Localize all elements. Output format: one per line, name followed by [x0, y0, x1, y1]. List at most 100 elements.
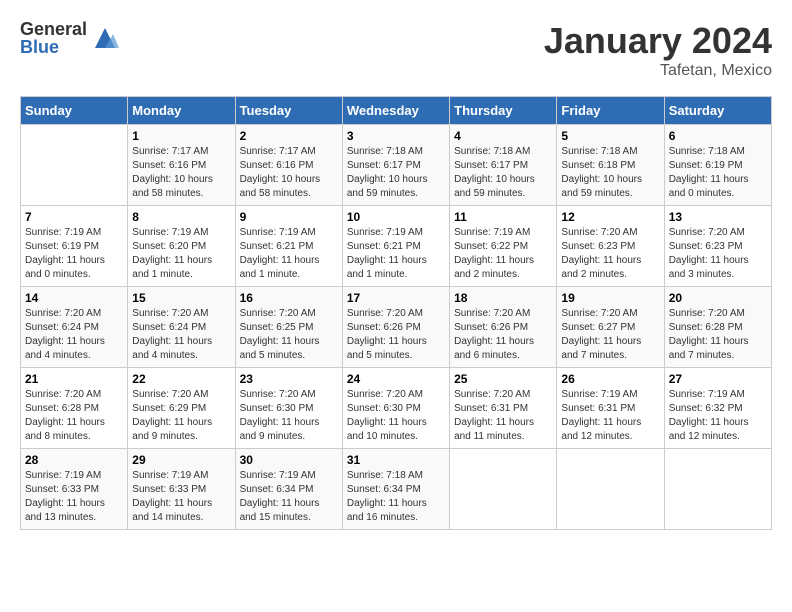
day-info: Sunrise: 7:19 AMSunset: 6:21 PMDaylight:…	[240, 226, 338, 282]
calendar-cell: 13 Sunrise: 7:20 AMSunset: 6:23 PMDaylig…	[664, 206, 771, 287]
calendar-cell: 4 Sunrise: 7:18 AMSunset: 6:17 PMDayligh…	[450, 125, 557, 206]
calendar-cell: 6 Sunrise: 7:18 AMSunset: 6:19 PMDayligh…	[664, 125, 771, 206]
day-number: 18	[454, 291, 552, 305]
day-number: 7	[25, 210, 123, 224]
day-number: 27	[669, 372, 767, 386]
day-info: Sunrise: 7:19 AMSunset: 6:34 PMDaylight:…	[240, 469, 338, 525]
calendar-cell: 2 Sunrise: 7:17 AMSunset: 6:16 PMDayligh…	[235, 125, 342, 206]
day-number: 5	[561, 129, 659, 143]
column-header-wednesday: Wednesday	[342, 97, 449, 125]
day-number: 6	[669, 129, 767, 143]
calendar-cell: 1 Sunrise: 7:17 AMSunset: 6:16 PMDayligh…	[128, 125, 235, 206]
column-header-sunday: Sunday	[21, 97, 128, 125]
day-info: Sunrise: 7:20 AMSunset: 6:29 PMDaylight:…	[132, 388, 230, 444]
day-number: 10	[347, 210, 445, 224]
day-number: 20	[669, 291, 767, 305]
calendar-cell: 9 Sunrise: 7:19 AMSunset: 6:21 PMDayligh…	[235, 206, 342, 287]
day-info: Sunrise: 7:18 AMSunset: 6:17 PMDaylight:…	[454, 145, 552, 201]
day-number: 29	[132, 453, 230, 467]
day-info: Sunrise: 7:20 AMSunset: 6:24 PMDaylight:…	[132, 307, 230, 363]
calendar-cell: 31 Sunrise: 7:18 AMSunset: 6:34 PMDaylig…	[342, 449, 449, 530]
day-number: 11	[454, 210, 552, 224]
calendar-cell: 30 Sunrise: 7:19 AMSunset: 6:34 PMDaylig…	[235, 449, 342, 530]
day-info: Sunrise: 7:20 AMSunset: 6:28 PMDaylight:…	[25, 388, 123, 444]
day-info: Sunrise: 7:20 AMSunset: 6:23 PMDaylight:…	[561, 226, 659, 282]
title-block: January 2024 Tafetan, Mexico	[544, 20, 772, 80]
month-year-title: January 2024	[544, 20, 772, 62]
calendar-cell: 11 Sunrise: 7:19 AMSunset: 6:22 PMDaylig…	[450, 206, 557, 287]
logo: General Blue	[20, 20, 119, 56]
day-info: Sunrise: 7:17 AMSunset: 6:16 PMDaylight:…	[240, 145, 338, 201]
column-header-tuesday: Tuesday	[235, 97, 342, 125]
calendar-cell: 14 Sunrise: 7:20 AMSunset: 6:24 PMDaylig…	[21, 287, 128, 368]
logo-blue-text: Blue	[20, 38, 87, 56]
calendar-cell: 21 Sunrise: 7:20 AMSunset: 6:28 PMDaylig…	[21, 368, 128, 449]
day-info: Sunrise: 7:20 AMSunset: 6:31 PMDaylight:…	[454, 388, 552, 444]
day-info: Sunrise: 7:20 AMSunset: 6:26 PMDaylight:…	[454, 307, 552, 363]
day-info: Sunrise: 7:20 AMSunset: 6:28 PMDaylight:…	[669, 307, 767, 363]
day-number: 1	[132, 129, 230, 143]
column-header-friday: Friday	[557, 97, 664, 125]
day-info: Sunrise: 7:18 AMSunset: 6:19 PMDaylight:…	[669, 145, 767, 201]
day-number: 22	[132, 372, 230, 386]
calendar-cell: 22 Sunrise: 7:20 AMSunset: 6:29 PMDaylig…	[128, 368, 235, 449]
day-info: Sunrise: 7:20 AMSunset: 6:30 PMDaylight:…	[240, 388, 338, 444]
day-number: 21	[25, 372, 123, 386]
calendar-cell: 28 Sunrise: 7:19 AMSunset: 6:33 PMDaylig…	[21, 449, 128, 530]
calendar-cell: 3 Sunrise: 7:18 AMSunset: 6:17 PMDayligh…	[342, 125, 449, 206]
day-number: 17	[347, 291, 445, 305]
logo-general-text: General	[20, 20, 87, 38]
calendar-cell	[664, 449, 771, 530]
calendar-cell	[450, 449, 557, 530]
day-number: 28	[25, 453, 123, 467]
day-info: Sunrise: 7:18 AMSunset: 6:34 PMDaylight:…	[347, 469, 445, 525]
calendar-cell: 12 Sunrise: 7:20 AMSunset: 6:23 PMDaylig…	[557, 206, 664, 287]
day-info: Sunrise: 7:20 AMSunset: 6:25 PMDaylight:…	[240, 307, 338, 363]
calendar-cell: 18 Sunrise: 7:20 AMSunset: 6:26 PMDaylig…	[450, 287, 557, 368]
day-info: Sunrise: 7:19 AMSunset: 6:33 PMDaylight:…	[25, 469, 123, 525]
calendar-cell: 23 Sunrise: 7:20 AMSunset: 6:30 PMDaylig…	[235, 368, 342, 449]
calendar-week-row: 21 Sunrise: 7:20 AMSunset: 6:28 PMDaylig…	[21, 368, 772, 449]
day-number: 31	[347, 453, 445, 467]
calendar-cell: 10 Sunrise: 7:19 AMSunset: 6:21 PMDaylig…	[342, 206, 449, 287]
day-number: 9	[240, 210, 338, 224]
column-header-thursday: Thursday	[450, 97, 557, 125]
calendar-header-row: SundayMondayTuesdayWednesdayThursdayFrid…	[21, 97, 772, 125]
calendar-cell: 8 Sunrise: 7:19 AMSunset: 6:20 PMDayligh…	[128, 206, 235, 287]
day-number: 13	[669, 210, 767, 224]
calendar-cell	[21, 125, 128, 206]
calendar-week-row: 1 Sunrise: 7:17 AMSunset: 6:16 PMDayligh…	[21, 125, 772, 206]
calendar-cell: 26 Sunrise: 7:19 AMSunset: 6:31 PMDaylig…	[557, 368, 664, 449]
day-number: 25	[454, 372, 552, 386]
calendar-cell: 7 Sunrise: 7:19 AMSunset: 6:19 PMDayligh…	[21, 206, 128, 287]
calendar-week-row: 7 Sunrise: 7:19 AMSunset: 6:19 PMDayligh…	[21, 206, 772, 287]
day-info: Sunrise: 7:18 AMSunset: 6:17 PMDaylight:…	[347, 145, 445, 201]
day-number: 16	[240, 291, 338, 305]
day-info: Sunrise: 7:19 AMSunset: 6:31 PMDaylight:…	[561, 388, 659, 444]
day-number: 15	[132, 291, 230, 305]
calendar-cell: 20 Sunrise: 7:20 AMSunset: 6:28 PMDaylig…	[664, 287, 771, 368]
calendar-cell: 15 Sunrise: 7:20 AMSunset: 6:24 PMDaylig…	[128, 287, 235, 368]
column-header-monday: Monday	[128, 97, 235, 125]
calendar-table: SundayMondayTuesdayWednesdayThursdayFrid…	[20, 96, 772, 530]
day-info: Sunrise: 7:18 AMSunset: 6:18 PMDaylight:…	[561, 145, 659, 201]
day-number: 19	[561, 291, 659, 305]
day-info: Sunrise: 7:20 AMSunset: 6:24 PMDaylight:…	[25, 307, 123, 363]
day-number: 14	[25, 291, 123, 305]
day-info: Sunrise: 7:19 AMSunset: 6:21 PMDaylight:…	[347, 226, 445, 282]
day-info: Sunrise: 7:19 AMSunset: 6:19 PMDaylight:…	[25, 226, 123, 282]
calendar-cell: 16 Sunrise: 7:20 AMSunset: 6:25 PMDaylig…	[235, 287, 342, 368]
calendar-cell: 27 Sunrise: 7:19 AMSunset: 6:32 PMDaylig…	[664, 368, 771, 449]
day-number: 8	[132, 210, 230, 224]
day-number: 26	[561, 372, 659, 386]
day-info: Sunrise: 7:19 AMSunset: 6:22 PMDaylight:…	[454, 226, 552, 282]
calendar-week-row: 28 Sunrise: 7:19 AMSunset: 6:33 PMDaylig…	[21, 449, 772, 530]
page-header: General Blue January 2024 Tafetan, Mexic…	[20, 20, 772, 80]
day-number: 24	[347, 372, 445, 386]
calendar-week-row: 14 Sunrise: 7:20 AMSunset: 6:24 PMDaylig…	[21, 287, 772, 368]
day-info: Sunrise: 7:19 AMSunset: 6:33 PMDaylight:…	[132, 469, 230, 525]
calendar-cell: 17 Sunrise: 7:20 AMSunset: 6:26 PMDaylig…	[342, 287, 449, 368]
column-header-saturday: Saturday	[664, 97, 771, 125]
day-info: Sunrise: 7:19 AMSunset: 6:32 PMDaylight:…	[669, 388, 767, 444]
day-number: 4	[454, 129, 552, 143]
